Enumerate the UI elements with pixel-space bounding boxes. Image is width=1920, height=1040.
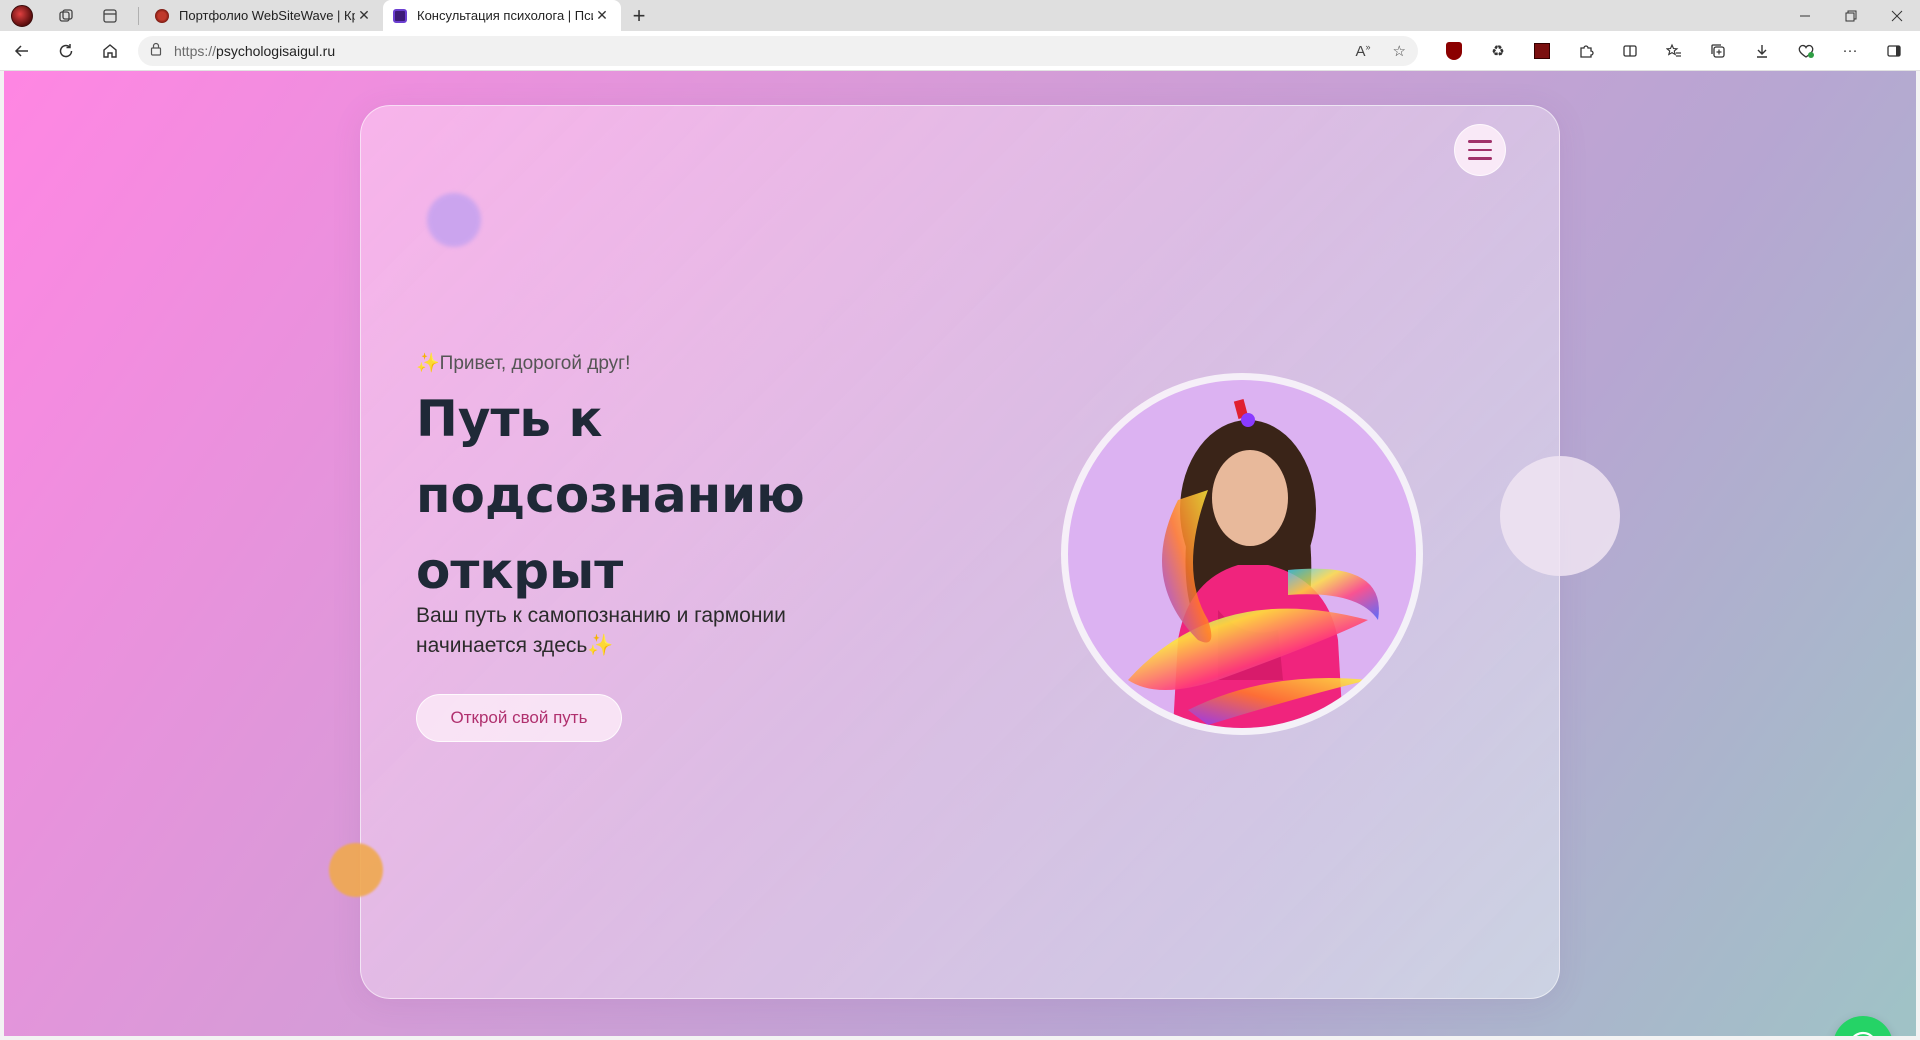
collections-icon[interactable] — [1696, 31, 1740, 71]
extensions-area: ♻ ··· — [1432, 31, 1916, 71]
browser-essentials-icon[interactable] — [1784, 31, 1828, 71]
refresh-button[interactable] — [44, 31, 88, 71]
subtitle-line: начинается здесь — [416, 634, 588, 657]
workspaces-icon[interactable] — [44, 0, 88, 31]
sidebar-toggle-icon[interactable] — [1872, 31, 1916, 71]
menu-icon-bar — [1468, 148, 1492, 152]
browser-tabbar: Портфолио WebSiteWave | Креа ✕ Консульта… — [0, 0, 1920, 31]
headline-line: подсознанию — [416, 466, 805, 524]
tab-favicon-icon — [393, 8, 407, 23]
tab-favicon-icon — [155, 8, 169, 23]
page-viewport: ✨Привет, дорогой друг! Путь к подсознани… — [4, 71, 1916, 1036]
extensions-puzzle-icon[interactable] — [1564, 31, 1608, 71]
tab-portfolio[interactable]: Портфолио WebSiteWave | Креа ✕ — [145, 0, 383, 31]
decorative-white-circle — [1500, 456, 1620, 576]
minimize-button[interactable] — [1782, 0, 1828, 31]
headline-line: открыт — [416, 542, 624, 600]
address-bar-actions: A» ☆ — [1356, 42, 1406, 60]
close-icon[interactable]: ✕ — [593, 7, 611, 24]
greeting-text: ✨Привет, дорогой друг! — [416, 351, 630, 375]
url-host: psychologisaigul.ru — [216, 42, 336, 59]
favorite-star-icon[interactable]: ☆ — [1393, 42, 1406, 60]
browser-toolbar: https://psychologisaigul.ru A» ☆ ♻ ··· — [0, 31, 1920, 71]
decorative-purple-blob — [427, 193, 481, 247]
recycle-extension-icon[interactable]: ♻ — [1476, 31, 1520, 71]
browser-profile-icon[interactable] — [0, 0, 44, 31]
page-headline: Путь к подсознанию открыт — [416, 381, 936, 609]
home-button[interactable] — [88, 31, 132, 71]
more-menu-icon[interactable]: ··· — [1828, 31, 1872, 71]
portrait-photo — [1068, 380, 1416, 728]
url-protocol: https:// — [174, 42, 217, 59]
page-subtitle: Ваш путь к самопознанию и гармонии начин… — [416, 601, 876, 661]
whatsapp-icon — [1853, 1031, 1873, 1036]
open-your-path-button[interactable]: Открой свой путь — [416, 694, 622, 742]
tab-separator — [138, 6, 139, 25]
headline-line: Путь к — [416, 390, 603, 448]
red-extension-icon[interactable] — [1520, 31, 1564, 71]
sparkle-icon: ✨ — [587, 634, 614, 657]
window-controls — [1782, 0, 1920, 31]
back-button[interactable] — [0, 31, 44, 71]
vertical-tabs-icon[interactable] — [88, 0, 132, 31]
lock-icon[interactable] — [150, 42, 162, 59]
close-icon[interactable]: ✕ — [355, 7, 373, 24]
menu-icon-bar — [1468, 140, 1492, 143]
tab-title: Портфолио WebSiteWave | Креа — [179, 8, 355, 23]
tab-consultation[interactable]: Консультация психолога | Псих ✕ — [383, 0, 621, 31]
subtitle-line: Ваш путь к самопознанию и гармонии — [416, 604, 786, 627]
sparkle-icon: ✨ — [416, 353, 440, 374]
new-tab-button[interactable]: + — [621, 0, 657, 31]
close-window-button[interactable] — [1874, 0, 1920, 31]
downloads-icon[interactable] — [1740, 31, 1784, 71]
tab-title: Консультация психолога | Псих — [417, 8, 593, 23]
greeting-label: Привет, дорогой друг! — [439, 353, 631, 374]
psychologist-portrait — [1061, 373, 1423, 735]
decorative-orange-blob — [329, 843, 383, 897]
read-aloud-icon[interactable]: A» — [1356, 42, 1371, 60]
hamburger-menu-button[interactable] — [1454, 124, 1506, 176]
menu-icon-bar — [1468, 157, 1492, 160]
split-screen-icon[interactable] — [1608, 31, 1652, 71]
restore-button[interactable] — [1828, 0, 1874, 31]
favorites-icon[interactable] — [1652, 31, 1696, 71]
whatsapp-chat-button[interactable] — [1833, 1016, 1893, 1036]
ublock-extension-icon[interactable] — [1432, 31, 1476, 71]
address-bar[interactable]: https://psychologisaigul.ru A» ☆ — [138, 35, 1418, 66]
